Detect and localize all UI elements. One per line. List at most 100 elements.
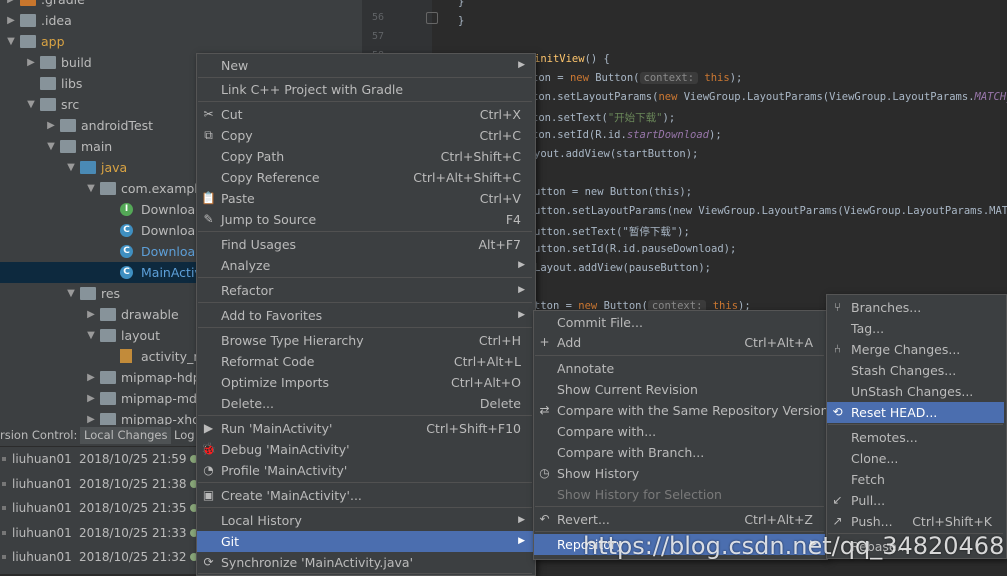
expand-down-icon[interactable]: ▼ [65, 283, 77, 304]
menu-item-tag[interactable]: Tag... [827, 318, 1004, 339]
menu-item-pull[interactable]: ↙ Pull... [827, 490, 1004, 511]
fold-marker-icon[interactable] [426, 12, 438, 24]
menu-item-find-usages[interactable]: Find Usages Alt+F7 [197, 234, 533, 255]
tree-row-label: app [41, 34, 65, 49]
folder-icon [100, 329, 116, 342]
menu-item-debug-mainactivity[interactable]: 🐞 Debug 'MainActivity' [197, 439, 533, 460]
menu-item-show-current-revision[interactable]: Show Current Revision [534, 379, 825, 400]
menu-item-optimize-imports[interactable]: Optimize Imports Ctrl+Alt+O [197, 372, 533, 393]
menu-item-delete[interactable]: Delete... Delete [197, 393, 533, 414]
menu-item-run-mainactivity[interactable]: ▶ Run 'MainActivity' Ctrl+Shift+F10 [197, 418, 533, 439]
commit-date: 2018/10/25 21:32 [79, 550, 187, 564]
expand-right-icon[interactable]: ▶ [85, 304, 97, 325]
expand-down-icon[interactable]: ▼ [5, 31, 17, 52]
menu-item-compare-with-branch[interactable]: Compare with Branch... [534, 442, 825, 463]
menu-item-clone[interactable]: Clone... [827, 448, 1004, 469]
code-token: "开始下载" [607, 112, 663, 124]
menu-item-merge-changes[interactable]: ⑃ Merge Changes... [827, 339, 1004, 360]
menu-item-cut[interactable]: ✂ Cut Ctrl+X [197, 104, 533, 125]
menu-item-new[interactable]: New ▶ [197, 55, 533, 76]
menu-item-compare-with[interactable]: Compare with... [534, 421, 825, 442]
vcs-tab-log[interactable]: Log [174, 428, 195, 442]
expand-right-icon[interactable]: ▶ [45, 115, 57, 136]
menu-item-paste[interactable]: 📋 Paste Ctrl+V [197, 188, 533, 209]
code-line: ton.setText("开始下载"); [532, 110, 675, 125]
menu-item-branches[interactable]: ⑂ Branches... [827, 297, 1004, 318]
tree-row-idea[interactable]: ▶ .idea [0, 10, 362, 31]
menu-item-reformat-code[interactable]: Reformat Code Ctrl+Alt+L [197, 351, 533, 372]
menu-item-reset-head[interactable]: ⟲ Reset HEAD... [827, 402, 1004, 423]
vcs-tab-local-changes[interactable]: Local Changes [80, 427, 172, 444]
menu-item-browse-type-hierarchy[interactable]: Browse Type Hierarchy Ctrl+H [197, 330, 533, 351]
menu-item-fetch[interactable]: Fetch [827, 469, 1004, 490]
code-token: yout.addView(startButton); [534, 148, 699, 160]
commit-row[interactable]: liuhuan01 2018/10/25 21:32 [0, 545, 200, 569]
menu-item-analyze[interactable]: Analyze ▶ [197, 255, 533, 276]
vcs-tab-rsion-control[interactable]: rsion Control: [0, 428, 77, 442]
menu-item-show-history[interactable]: ◷ Show History [534, 463, 825, 484]
row-marker [2, 530, 6, 535]
expand-right-icon[interactable]: ▶ [5, 10, 17, 31]
git-submenu: Commit File... + Add Ctrl+Alt+A Annotate Show… [533, 310, 829, 560]
code-token: ); [662, 112, 676, 124]
code-token: Button( [595, 72, 640, 84]
tree-row-label: Download [141, 202, 204, 217]
menu-item-label: Find Usages [221, 237, 297, 252]
menu-icon-copy: ⧉ [204, 128, 213, 142]
menu-item-git[interactable]: Git ▶ [197, 531, 533, 552]
expand-right-icon[interactable]: ▶ [85, 367, 97, 388]
menu-item-local-history[interactable]: Local History ▶ [197, 510, 533, 531]
expand-right-icon[interactable]: ▶ [85, 409, 97, 425]
expand-down-icon[interactable]: ▼ [85, 325, 97, 346]
vcs-tab-bar: rsion Control: Local Changes Log [0, 425, 200, 447]
code-token: () { [584, 53, 610, 65]
expand-down-icon[interactable]: ▼ [45, 136, 57, 157]
folder-icon [60, 140, 76, 153]
menu-item-synchronize-mainactivity-java[interactable]: ⟳ Synchronize 'MainActivity.java' [197, 552, 533, 573]
menu-item-copy-path[interactable]: Copy Path Ctrl+Shift+C [197, 146, 533, 167]
menu-icon-pull: ↙ [832, 493, 843, 507]
expand-down-icon[interactable]: ▼ [85, 178, 97, 199]
menu-item-label: Run 'MainActivity' [221, 421, 333, 436]
menu-item-copy[interactable]: ⧉ Copy Ctrl+C [197, 125, 533, 146]
menu-item-add-to-favorites[interactable]: Add to Favorites ▶ [197, 305, 533, 326]
menu-item-push[interactable]: ↗ Push... Ctrl+Shift+K [827, 511, 1004, 532]
commit-row[interactable]: liuhuan01 2018/10/25 21:33 [0, 521, 200, 545]
expand-down-icon[interactable]: ▼ [25, 94, 37, 115]
menu-icon-paste: 📋 [201, 191, 216, 205]
tree-row-app[interactable]: ▼ app [0, 31, 362, 52]
menu-item-jump-to-source[interactable]: ✎ Jump to Source F4 [197, 209, 533, 230]
menu-item-commit-file[interactable]: Commit File... [534, 312, 825, 333]
menu-item-profile-mainactivity[interactable]: ◔ Profile 'MainActivity' [197, 460, 533, 481]
menu-item-revert[interactable]: ↶ Revert... Ctrl+Alt+Z [534, 509, 825, 530]
menu-item-copy-reference[interactable]: Copy Reference Ctrl+Alt+Shift+C [197, 167, 533, 188]
menu-item-label: Fetch [851, 472, 885, 487]
menu-item-create-mainactivity[interactable]: ▣ Create 'MainActivity'... [197, 485, 533, 506]
expand-right-icon[interactable]: ▶ [85, 388, 97, 409]
submenu-arrow-icon: ▶ [518, 515, 525, 525]
commit-row[interactable]: liuhuan01 2018/10/25 21:35 [0, 496, 200, 520]
menu-item-remotes[interactable]: Remotes... [827, 427, 1004, 448]
expand-right-icon[interactable]: ▶ [5, 0, 17, 10]
menu-item-refactor[interactable]: Refactor ▶ [197, 280, 533, 301]
expand-down-icon[interactable]: ▼ [65, 157, 77, 178]
commit-date: 2018/10/25 21:33 [79, 525, 187, 540]
commit-row[interactable]: liuhuan01 2018/10/25 21:38 [0, 472, 200, 496]
commit-author: liuhuan01 [12, 525, 72, 540]
menu-item-link-c-project-with-gradle[interactable]: Link C++ Project with Gradle [197, 79, 533, 100]
menu-item-unstash-changes[interactable]: UnStash Changes... [827, 381, 1004, 402]
folder-icon [100, 371, 116, 384]
tree-row-gradle[interactable]: ▶ .gradle [0, 0, 362, 10]
menu-item-compare-with-the-same-repository-version[interactable]: ⇄ Compare with the Same Repository Versio… [534, 400, 828, 421]
folder-icon [100, 308, 116, 321]
menu-item-stash-changes[interactable]: Stash Changes... [827, 360, 1004, 381]
code-token: this [698, 72, 730, 84]
menu-separator [198, 77, 532, 78]
menu-item-annotate[interactable]: Annotate [534, 358, 825, 379]
menu-item-add[interactable]: + Add Ctrl+Alt+A [534, 332, 825, 353]
submenu-arrow-icon: ▶ [518, 285, 525, 295]
expand-right-icon[interactable]: ▶ [25, 52, 37, 73]
commit-row[interactable]: liuhuan01 2018/10/25 21:59 [0, 447, 200, 471]
tree-row-label: Download [141, 244, 204, 259]
code-line: utton = new Button(this); [534, 186, 692, 198]
